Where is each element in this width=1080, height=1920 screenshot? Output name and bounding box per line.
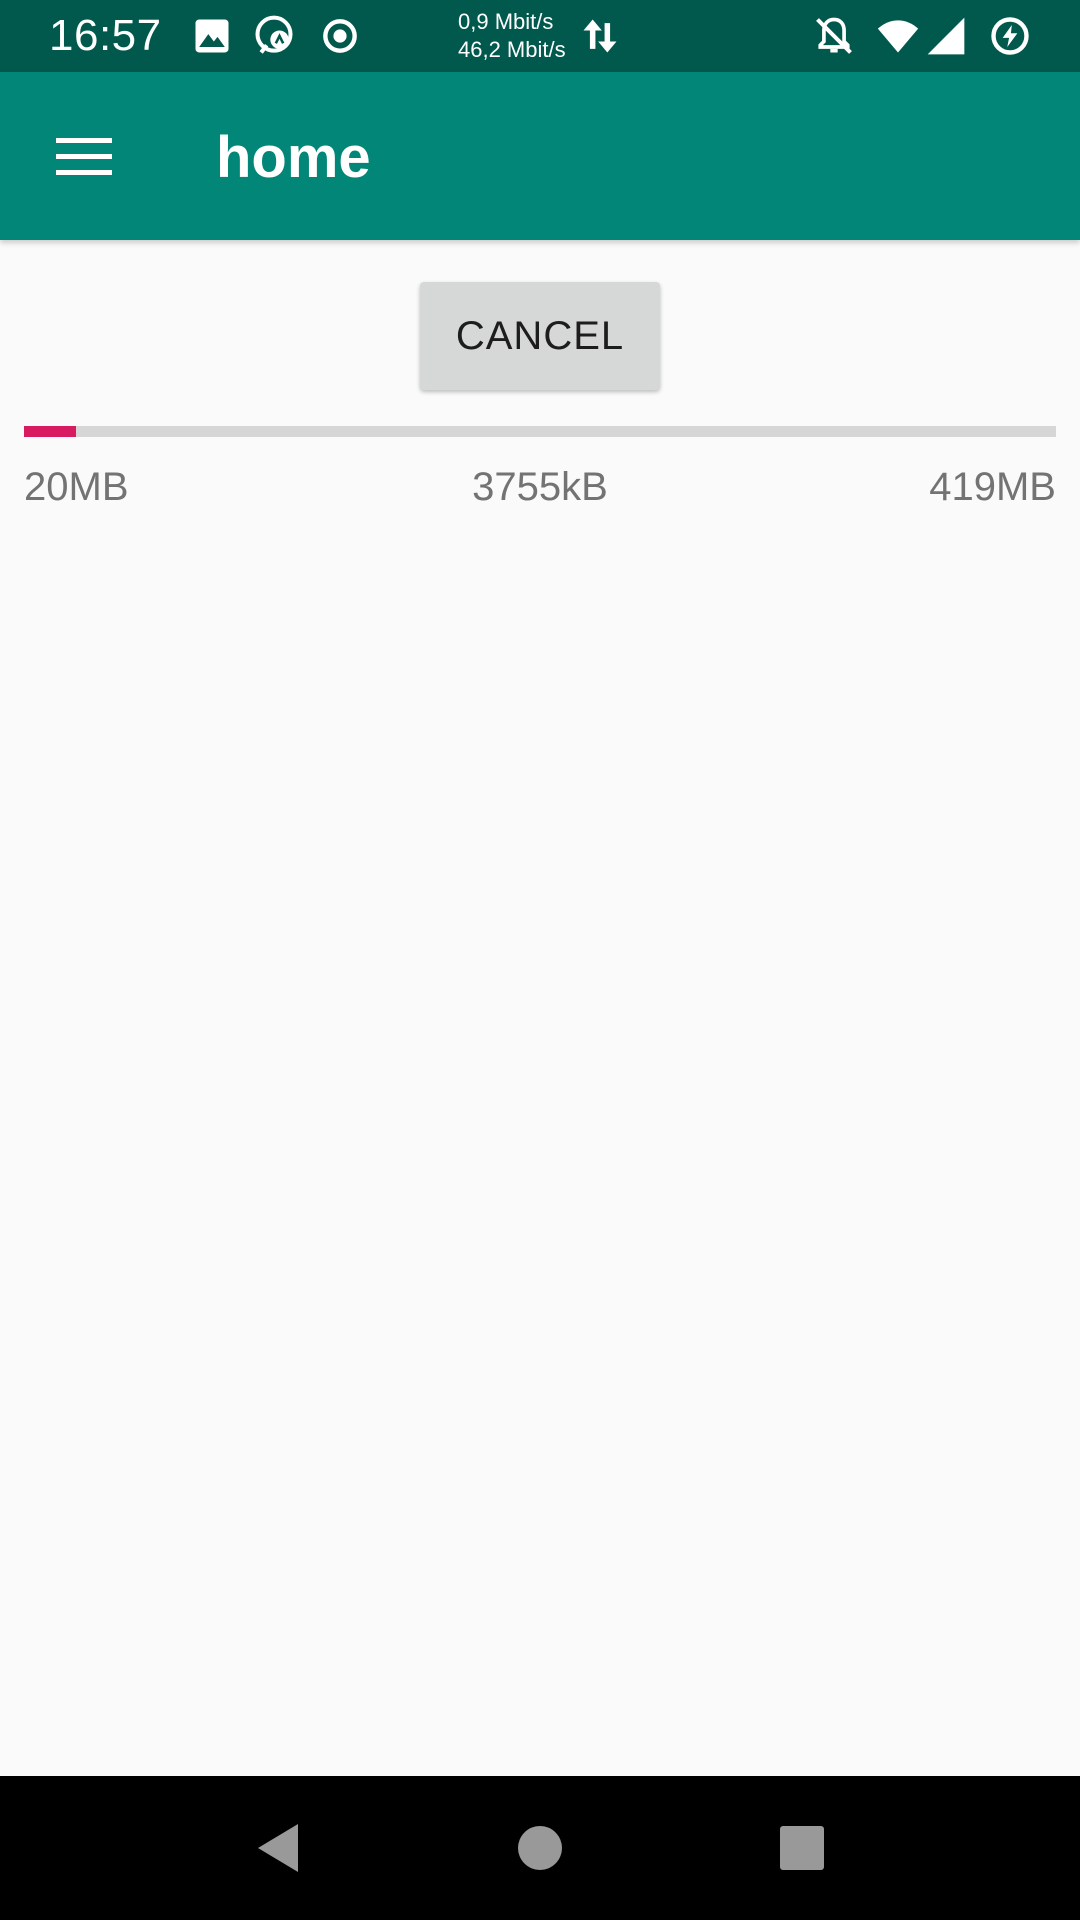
messenger-icon (252, 14, 296, 58)
home-icon[interactable] (512, 1820, 568, 1876)
app-bar: home (0, 72, 1080, 240)
wifi-icon (876, 14, 920, 58)
page-title: home (216, 125, 371, 190)
hamburger-menu-icon[interactable] (54, 134, 114, 178)
total-size-label: 419MB (929, 465, 1056, 509)
download-speed-label: 3755kB (472, 465, 608, 509)
transfer-arrows-icon (578, 14, 622, 58)
download-speed: 46,2 Mbit/s (458, 37, 566, 62)
battery-saver-icon (988, 14, 1032, 58)
status-time: 16:57 (49, 11, 162, 60)
record-icon (318, 14, 362, 58)
download-progress-bar (24, 426, 1056, 437)
status-bar: 16:57 0,9 Mbit/s 46,2 Mbit/s (0, 0, 1080, 72)
cancel-button[interactable]: CANCEL (420, 282, 660, 390)
upload-speed: 0,9 Mbit/s (458, 9, 554, 34)
cell-signal-icon (924, 14, 968, 58)
navigation-bar (0, 1776, 1080, 1920)
recents-icon[interactable] (774, 1820, 830, 1876)
notifications-off-icon (812, 14, 856, 58)
back-icon[interactable] (252, 1820, 308, 1876)
download-progress-fill (24, 426, 76, 437)
image-icon (190, 14, 234, 58)
network-speed: 0,9 Mbit/s 46,2 Mbit/s (458, 8, 566, 64)
